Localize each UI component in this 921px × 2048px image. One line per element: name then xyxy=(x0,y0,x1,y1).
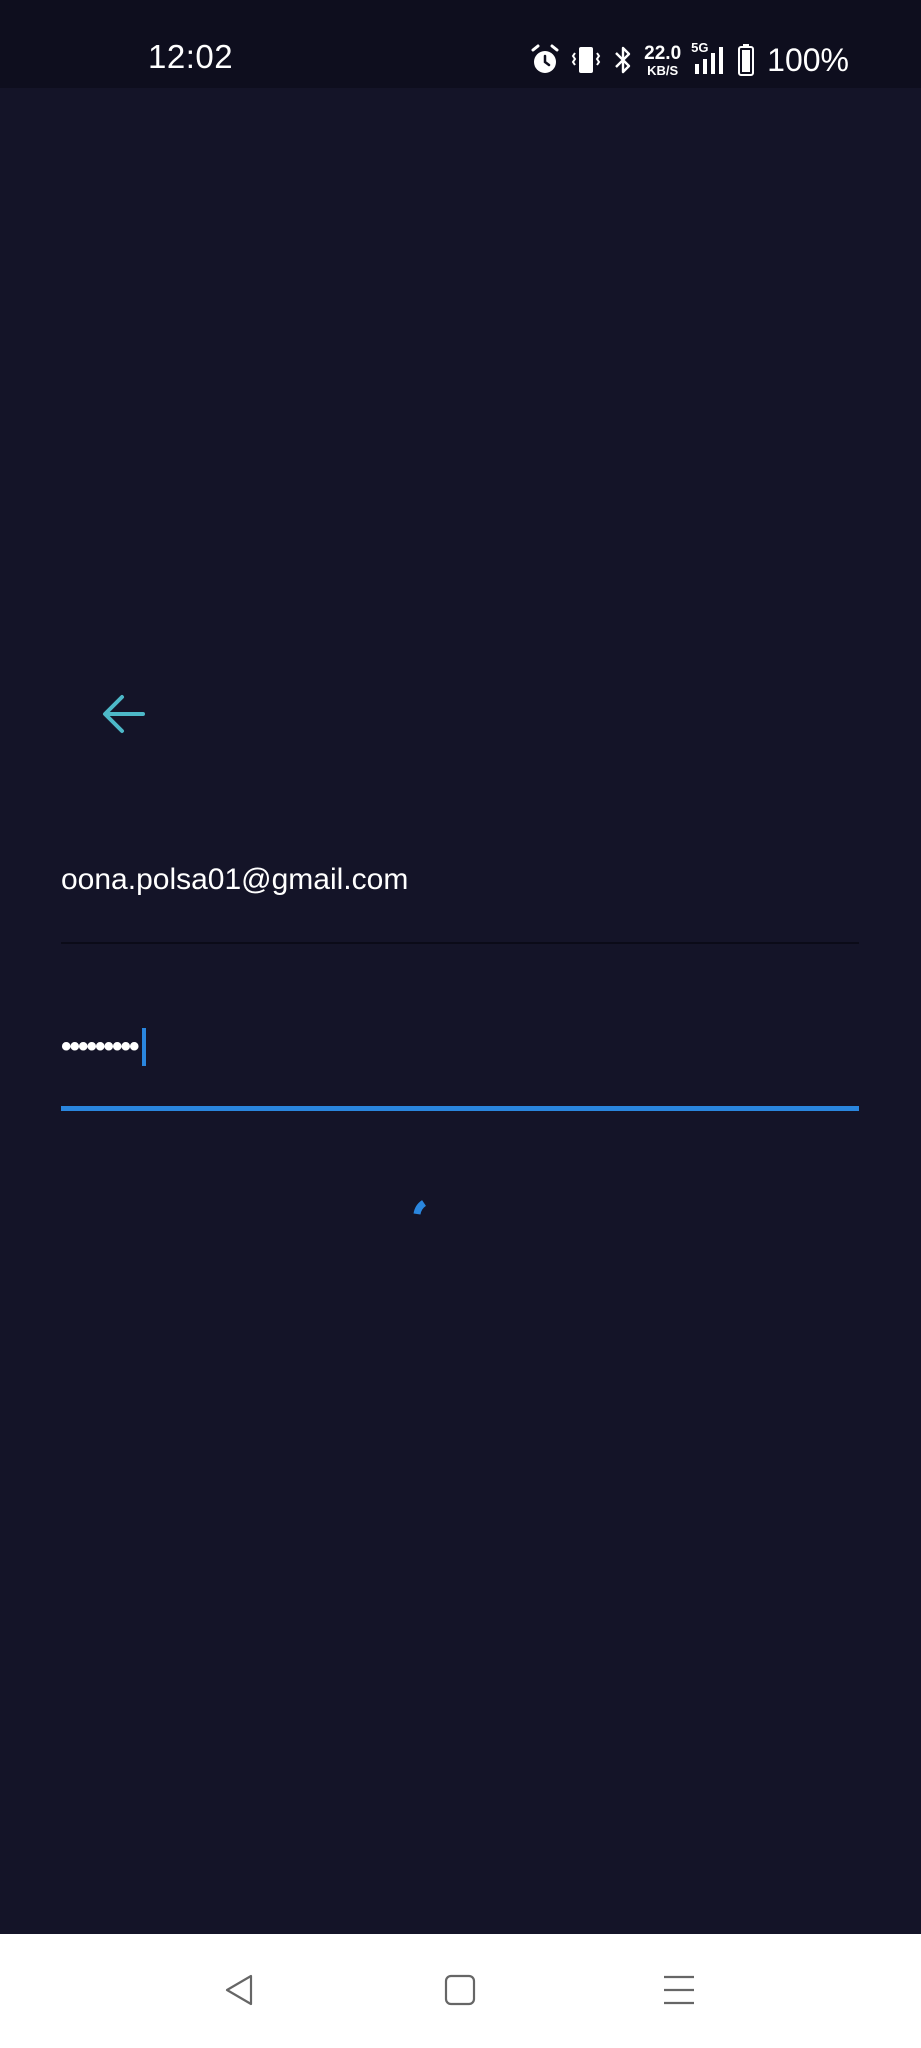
loading-spinner xyxy=(404,1190,448,1234)
menu-nav-icon xyxy=(661,1972,697,2013)
back-button[interactable] xyxy=(90,686,158,746)
password-value: ••••••••• xyxy=(61,1028,146,1066)
nav-back-button[interactable] xyxy=(211,1964,267,2020)
nav-menu-button[interactable] xyxy=(651,1964,707,2020)
battery-percent: 100% xyxy=(767,41,849,78)
nav-home-button[interactable] xyxy=(432,1964,488,2020)
network-type: 5G xyxy=(691,40,709,55)
status-bar: 12:02 22.0 KB/S 5G 100% xyxy=(0,0,921,88)
back-nav-icon xyxy=(221,1972,257,2013)
email-value: oona.polsa01@gmail.com xyxy=(61,863,409,896)
text-cursor xyxy=(141,1028,146,1066)
password-field[interactable]: ••••••••• xyxy=(61,1010,859,1111)
email-field[interactable]: oona.polsa01@gmail.com xyxy=(61,848,859,944)
status-time: 12:02 xyxy=(148,38,234,75)
network-speed-unit: KB/S xyxy=(647,62,679,78)
bluetooth-icon xyxy=(612,44,634,76)
navigation-bar xyxy=(0,1934,921,2048)
network-speed-value: 22.0 xyxy=(644,42,682,64)
signal-icon: 5G xyxy=(691,40,727,76)
network-speed: 22.0 KB/S xyxy=(644,44,681,77)
vibrate-icon xyxy=(570,44,602,76)
arrow-left-icon xyxy=(101,693,147,740)
alarm-icon xyxy=(530,44,560,76)
status-icons: 22.0 KB/S 5G 100% xyxy=(530,40,849,80)
home-nav-icon xyxy=(442,1972,478,2013)
battery-icon xyxy=(737,43,755,77)
password-masked-text: ••••••••• xyxy=(61,1030,140,1063)
